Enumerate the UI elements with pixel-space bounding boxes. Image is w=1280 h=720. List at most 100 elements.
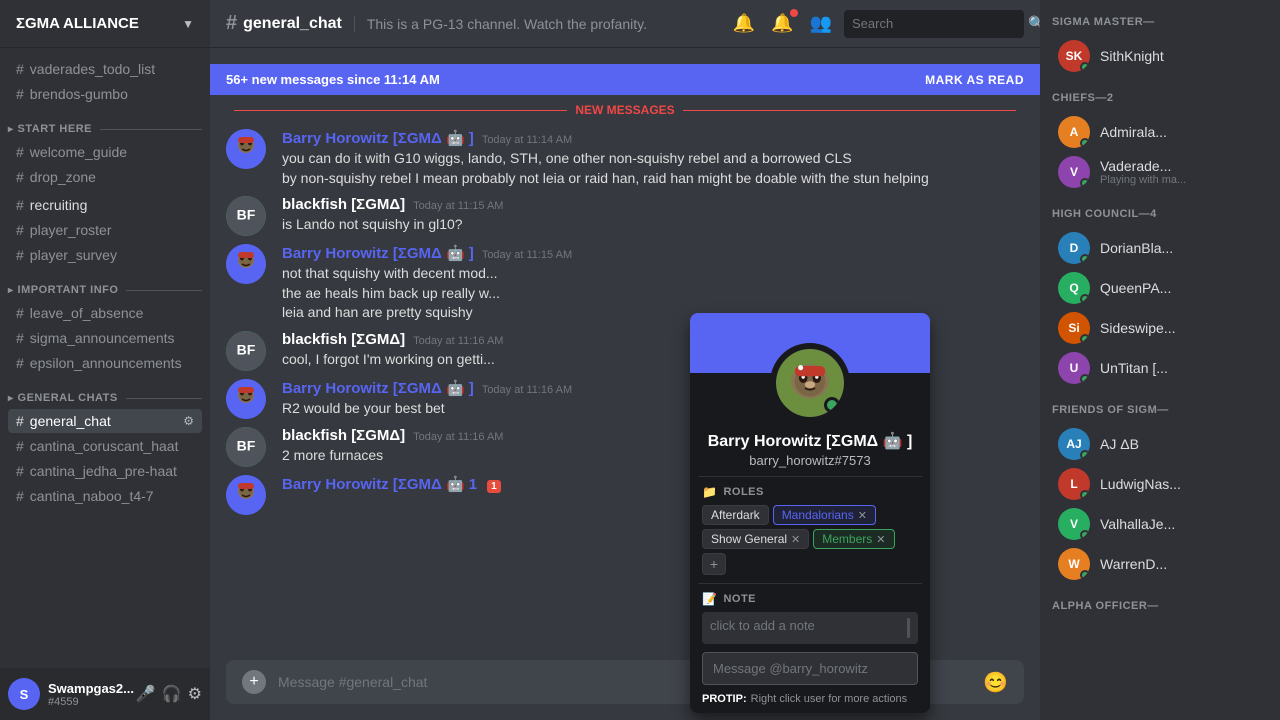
member-info: WarrenD... [1100, 556, 1167, 572]
category-important-info: ▸ IMPORTANT INFO [0, 268, 210, 300]
roles-section-title: 📁 ROLES [702, 485, 918, 499]
message-header: Barry Horowitz [ΣGMΔ 🤖 ] Today at 11:14 … [282, 129, 1024, 147]
microphone-icon[interactable]: 🎤 [136, 684, 156, 704]
message-author[interactable]: Barry Horowitz [ΣGMΔ 🤖 1 [282, 475, 477, 493]
channel-item-recruiting[interactable]: # recruiting [8, 193, 202, 217]
collapse-icon: ▸ [8, 124, 14, 135]
channel-label: brendos-gumbo [30, 86, 128, 102]
channel-item-cantina-naboo[interactable]: # cantina_naboo_t4-7 [8, 484, 202, 508]
role-add-button[interactable]: + [702, 553, 726, 575]
role-remove-button[interactable]: ✕ [791, 533, 800, 546]
channel-item-player-roster[interactable]: # player_roster [8, 218, 202, 242]
settings-icon[interactable]: ⚙ [188, 684, 202, 704]
message-author[interactable]: blackfish [ΣGMΔ] [282, 427, 405, 444]
message-timestamp: Today at 11:16 AM [482, 384, 572, 396]
channel-label: drop_zone [30, 169, 96, 185]
search-input[interactable] [852, 16, 1028, 31]
member-info: QueenPA... [1100, 280, 1171, 296]
online-dot [1080, 62, 1090, 72]
emoji-button[interactable]: 😊 [983, 670, 1008, 695]
category-start-here: ▸ START HERE [0, 107, 210, 139]
member-item[interactable]: D DorianBla... [1052, 228, 1268, 268]
hash-icon: # [16, 86, 24, 102]
channel-list: # vaderades_todo_list # brendos-gumbo ▸ … [0, 48, 210, 668]
member-name: QueenPA... [1100, 280, 1171, 296]
attach-button[interactable]: + [242, 670, 266, 694]
message-author[interactable]: blackfish [ΣGMΔ] [282, 196, 405, 213]
online-dot [1080, 254, 1090, 264]
member-item[interactable]: Si Sideswipe... [1052, 308, 1268, 348]
server-header[interactable]: ΣGMA ALLIANCE ▼ [0, 0, 210, 48]
message-user-input[interactable]: Message @barry_horowitz [702, 652, 918, 685]
message-author[interactable]: Barry Horowitz [ΣGMΔ 🤖 ] [282, 244, 474, 262]
member-status: Playing with ma... [1100, 174, 1186, 186]
category-general-chats: ▸ GENERAL CHATS [0, 376, 210, 408]
message-author[interactable]: blackfish [ΣGMΔ] [282, 331, 405, 348]
channel-label: sigma_announcements [30, 330, 175, 346]
note-area[interactable]: click to add a note [702, 612, 918, 644]
channel-item-leave-of-absence[interactable]: # leave_of_absence [8, 301, 202, 325]
server-chevron: ▼ [182, 17, 194, 31]
hash-icon: # [16, 144, 24, 160]
message-header: Barry Horowitz [ΣGMΔ 🤖 ] Today at 11:15 … [282, 244, 1024, 262]
online-dot [1080, 530, 1090, 540]
member-info: ValhallaJe... [1100, 516, 1175, 532]
section-title: FRIENDS OF SIGM— [1052, 404, 1268, 416]
hash-icon: # [16, 330, 24, 346]
bell-icon[interactable]: 🔔 [733, 13, 755, 34]
members-icon[interactable]: 👥 [810, 13, 832, 34]
member-item[interactable]: Q QueenPA... [1052, 268, 1268, 308]
settings-icon[interactable]: ⚙ [183, 414, 194, 428]
member-name: SithKnight [1100, 48, 1164, 64]
svg-text:BF: BF [237, 437, 256, 453]
message-author[interactable]: Barry Horowitz [ΣGMΔ 🤖 ] [282, 129, 474, 147]
headphones-icon[interactable]: 🎧 [162, 684, 182, 704]
member-name: LudwigNas... [1100, 476, 1181, 492]
member-name: Admirala... [1100, 124, 1167, 140]
channel-item-sigma-announcements[interactable]: # sigma_announcements [8, 326, 202, 350]
member-item[interactable]: U UnTitan [... [1052, 348, 1268, 388]
search-bar[interactable]: 🔍 [844, 10, 1024, 38]
bell-notification-icon[interactable]: 🔔 [771, 13, 793, 34]
mark-as-read-button[interactable]: MARK AS READ [925, 73, 1024, 87]
member-item[interactable]: L LudwigNas... [1052, 464, 1268, 504]
notification-badge: 1 [487, 480, 501, 493]
channel-item-cantina-coruscant[interactable]: # cantina_coruscant_haat [8, 434, 202, 458]
channel-item-vaderades-todo-list[interactable]: # vaderades_todo_list [8, 57, 202, 81]
channel-label: epsilon_announcements [30, 355, 182, 371]
member-item[interactable]: AJ AJ ΔΒ [1052, 424, 1268, 464]
new-messages-count: 56+ new messages since 11:14 AM [226, 72, 440, 87]
channel-item-epsilon-announcements[interactable]: # epsilon_announcements [8, 351, 202, 375]
channel-label: general_chat [30, 413, 111, 429]
role-remove-button[interactable]: ✕ [876, 533, 885, 546]
channel-item-drop-zone[interactable]: # drop_zone [8, 165, 202, 189]
message-author[interactable]: Barry Horowitz [ΣGMΔ 🤖 ] [282, 379, 474, 397]
online-dot [1080, 374, 1090, 384]
member-item[interactable]: W WarrenD... [1052, 544, 1268, 584]
member-name: ValhallaJe... [1100, 516, 1175, 532]
channel-item-general-chat[interactable]: # general_chat ⚙ [8, 409, 202, 433]
channel-item-welcome-guide[interactable]: # welcome_guide [8, 140, 202, 164]
member-item[interactable]: A Admirala... [1052, 112, 1268, 152]
channel-label: leave_of_absence [30, 305, 144, 321]
channel-item-cantina-jedha[interactable]: # cantina_jedha_pre-haat [8, 459, 202, 483]
roles-label: ROLES [723, 486, 763, 498]
member-item[interactable]: V Vaderade... Playing with ma... [1052, 152, 1268, 192]
channel-label: cantina_naboo_t4-7 [30, 488, 154, 504]
online-dot [1080, 138, 1090, 148]
channel-label: recruiting [30, 197, 88, 213]
member-item[interactable]: V ValhallaJe... [1052, 504, 1268, 544]
role-remove-button[interactable]: ✕ [858, 509, 867, 522]
online-dot [1080, 334, 1090, 344]
members-section-high-council: HIGH COUNCIL—4 D DorianBla... Q QueenPA.… [1052, 208, 1268, 388]
hash-icon: # [16, 197, 24, 213]
roles-area: Afterdark Mandalorians ✕ Show General ✕ … [702, 505, 918, 575]
member-avatar: AJ [1058, 428, 1090, 460]
member-item[interactable]: SK SithKnight [1052, 36, 1268, 76]
protip-text: Right click user for more actions [751, 693, 908, 705]
online-dot [1080, 490, 1090, 500]
channel-item-player-survey[interactable]: # player_survey [8, 243, 202, 267]
channel-item-brendos-gumbo[interactable]: # brendos-gumbo [8, 82, 202, 106]
member-avatar: V [1058, 508, 1090, 540]
channel-label: vaderades_todo_list [30, 61, 155, 77]
